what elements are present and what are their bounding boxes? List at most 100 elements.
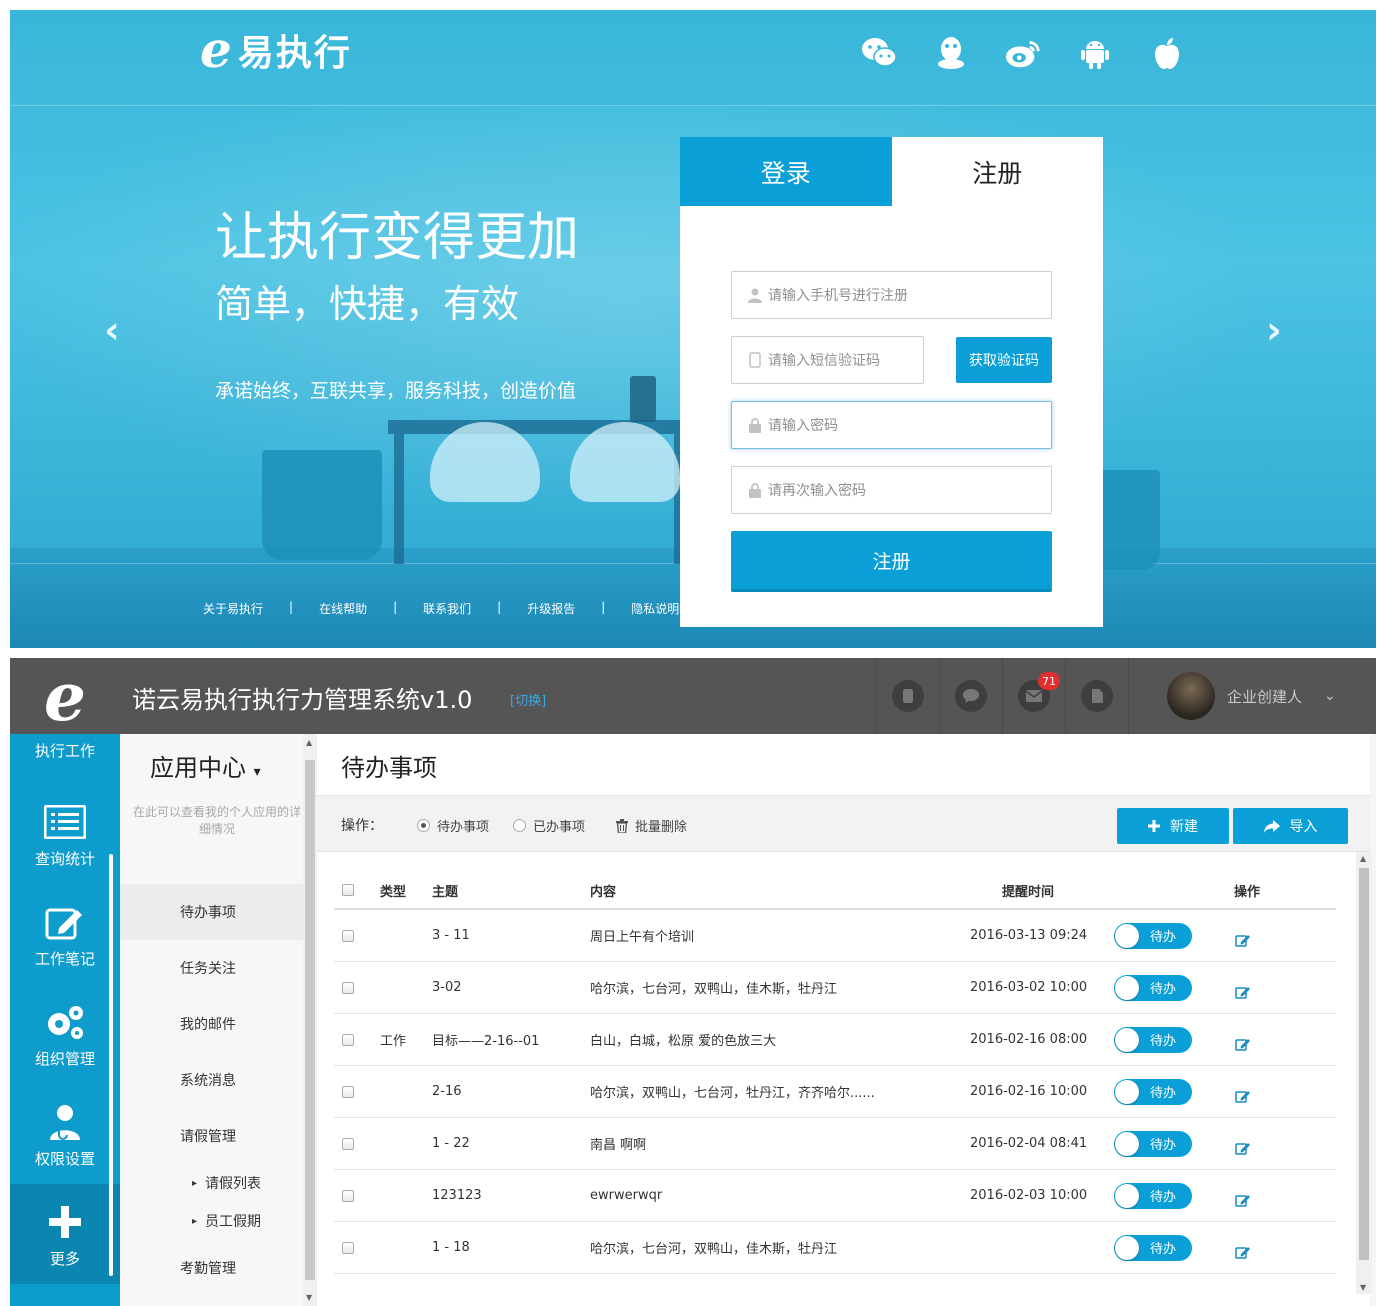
chevron-down-icon[interactable]: ⌄ [1324, 688, 1336, 704]
android-icon[interactable] [1076, 34, 1114, 72]
checkbox[interactable] [342, 1137, 354, 1150]
status-toggle[interactable]: 待办 [1114, 1182, 1192, 1209]
checkbox[interactable] [342, 981, 354, 994]
row-checkbox-cell[interactable] [342, 1222, 354, 1273]
carousel-next-button[interactable]: › [1256, 310, 1292, 350]
menu-item-todo[interactable]: 待办事项 [120, 884, 310, 940]
table-row[interactable]: 工作 目标——2-16--01 白山，白城，松原 爱的色放三大 2016-02-16 … [334, 1014, 1336, 1066]
row-checkbox-cell[interactable] [342, 1014, 354, 1065]
status-toggle-cell[interactable]: 待办 [1114, 1118, 1192, 1169]
tab-register[interactable]: 注册 [891, 137, 1103, 206]
scroll-thumb[interactable] [305, 760, 315, 1280]
scroll-down-arrow[interactable]: ▼ [1360, 1283, 1366, 1292]
status-toggle-cell[interactable]: 待办 [1114, 1014, 1192, 1065]
edit-cell[interactable] [1234, 1018, 1252, 1069]
status-toggle-cell[interactable]: 待办 [1114, 1066, 1192, 1117]
topnav-document[interactable] [1065, 658, 1128, 734]
status-toggle-cell[interactable]: 待办 [1114, 1222, 1192, 1273]
edit-cell[interactable] [1234, 1070, 1252, 1121]
table-row[interactable]: 2-16 哈尔滨，双鸭山，七台河，牡丹江，齐齐哈尔...... 2016-02-16… [334, 1066, 1336, 1118]
user-menu[interactable]: 企业创建人 ⌄ [1128, 658, 1376, 734]
menu-item-task-follow[interactable]: 任务关注 [120, 940, 310, 996]
sms-code-input[interactable]: 请输入短信验证码 [731, 336, 924, 384]
scroll-thumb[interactable] [1359, 868, 1369, 1260]
sidebar-item-more[interactable]: 更多 [10, 1184, 120, 1284]
app-center-title[interactable]: 应用中心 ▾ [150, 748, 261, 783]
table-row[interactable]: 1 - 22 南昌 啊啊 2016-02-04 08:41 待办 [334, 1118, 1336, 1170]
edit-icon[interactable] [1234, 931, 1252, 949]
sidebar-item-permissions[interactable]: 权限设置 [10, 1084, 120, 1184]
weibo-icon[interactable] [1004, 34, 1042, 72]
footer-link-contact[interactable]: 联系我们 [423, 600, 497, 617]
radio-pending[interactable]: 待办事项 [417, 816, 489, 835]
register-submit-button[interactable]: 注册 [731, 531, 1052, 592]
table-row[interactable]: 1 - 18 哈尔滨，七台河，双鸭山，佳木斯，牡丹江 待办 [334, 1222, 1336, 1274]
status-toggle-cell[interactable]: 待办 [1114, 1170, 1192, 1221]
topnav-mail[interactable]: 71 [1002, 658, 1065, 734]
row-checkbox-cell[interactable] [342, 1170, 354, 1221]
row-checkbox-cell[interactable] [342, 1066, 354, 1117]
edit-cell[interactable] [1234, 1174, 1252, 1225]
switch-link[interactable]: [切换] [510, 690, 546, 709]
menu-item-leave-manage[interactable]: 请假管理 [120, 1108, 310, 1164]
scroll-up-arrow[interactable]: ▲ [306, 738, 312, 747]
sidebar-item-query-stats[interactable]: 查询统计 [10, 784, 120, 884]
scroll-down-arrow[interactable]: ▼ [306, 1293, 312, 1302]
sidebar-item-work-notes[interactable]: 工作笔记 [10, 884, 120, 984]
brand-logo[interactable]: e 易执行 [200, 24, 352, 76]
table-scrollbar[interactable]: ▲ ▼ [1356, 852, 1372, 1294]
checkbox[interactable] [342, 1241, 354, 1254]
edit-icon[interactable] [1234, 1191, 1252, 1209]
table-row[interactable]: 123123 ewrwerwqr 2016-02-03 10:00 待办 [334, 1170, 1336, 1222]
apple-icon[interactable] [1148, 34, 1186, 72]
menu-item-system-messages[interactable]: 系统消息 [120, 1052, 310, 1108]
edit-cell[interactable] [1234, 966, 1252, 1017]
edit-icon[interactable] [1234, 1243, 1252, 1261]
password-input[interactable]: 请输入密码 [731, 401, 1052, 449]
batch-delete-button[interactable]: 批量删除 [615, 816, 687, 835]
status-toggle[interactable]: 待办 [1114, 1130, 1192, 1157]
submenu-item-employee-leave[interactable]: ▸ 员工假期 [120, 1202, 310, 1240]
topnav-chat[interactable] [939, 658, 1002, 734]
status-toggle[interactable]: 待办 [1114, 1078, 1192, 1105]
sidebar-scrollbar[interactable] [109, 854, 113, 1276]
get-code-button[interactable]: 获取验证码 [956, 337, 1052, 383]
table-row[interactable]: 3 - 11 周日上午有个培训 2016-03-13 09:24 待办 [334, 910, 1336, 962]
checkbox[interactable] [342, 1033, 354, 1046]
checkbox[interactable] [342, 1189, 354, 1202]
status-toggle-cell[interactable]: 待办 [1114, 962, 1192, 1013]
edit-icon[interactable] [1234, 1035, 1252, 1053]
radio-done[interactable]: 已办事项 [513, 816, 585, 835]
submenu-item-leave-list[interactable]: ▸ 请假列表 [120, 1164, 310, 1202]
edit-cell[interactable] [1234, 1122, 1252, 1173]
edit-icon[interactable] [1234, 1087, 1252, 1105]
status-toggle-cell[interactable]: 待办 [1114, 910, 1192, 961]
edit-cell[interactable] [1234, 914, 1252, 965]
edit-icon[interactable] [1234, 983, 1252, 1001]
checkbox[interactable] [342, 884, 354, 896]
app-logo[interactable]: e [44, 662, 86, 732]
wechat-icon[interactable] [860, 34, 898, 72]
status-toggle[interactable]: 待办 [1114, 1026, 1192, 1053]
avatar[interactable] [1167, 672, 1215, 720]
checkbox[interactable] [342, 929, 354, 942]
menu-item-attendance[interactable]: 考勤管理 [120, 1240, 310, 1296]
edit-icon[interactable] [1234, 1139, 1252, 1157]
topnav-mobile[interactable] [876, 658, 939, 734]
scroll-up-arrow[interactable]: ▲ [1360, 854, 1366, 863]
sidebar-item-org-manage[interactable]: 组织管理 [10, 984, 120, 1084]
app-center-scrollbar[interactable]: ▲ ▼ [303, 734, 317, 1306]
new-button[interactable]: 新建 [1117, 808, 1229, 844]
select-all-checkbox[interactable] [342, 872, 354, 908]
table-row[interactable]: 3-02 哈尔滨，七台河，双鸭山，佳木斯，牡丹江 2016-03-02 10:00 待… [334, 962, 1336, 1014]
row-checkbox-cell[interactable] [342, 1118, 354, 1169]
status-toggle[interactable]: 待办 [1114, 974, 1192, 1001]
menu-item-my-mail[interactable]: 我的邮件 [120, 996, 310, 1052]
import-button[interactable]: 导入 [1233, 808, 1348, 844]
footer-link-help[interactable]: 在线帮助 [319, 600, 393, 617]
status-toggle[interactable]: 待办 [1114, 1234, 1192, 1261]
edit-cell[interactable] [1234, 1226, 1252, 1277]
sidebar-item-execute-work[interactable]: 执行工作 [10, 734, 120, 764]
footer-link-about[interactable]: 关于易执行 [203, 600, 289, 617]
footer-link-upgrade[interactable]: 升级报告 [527, 600, 601, 617]
